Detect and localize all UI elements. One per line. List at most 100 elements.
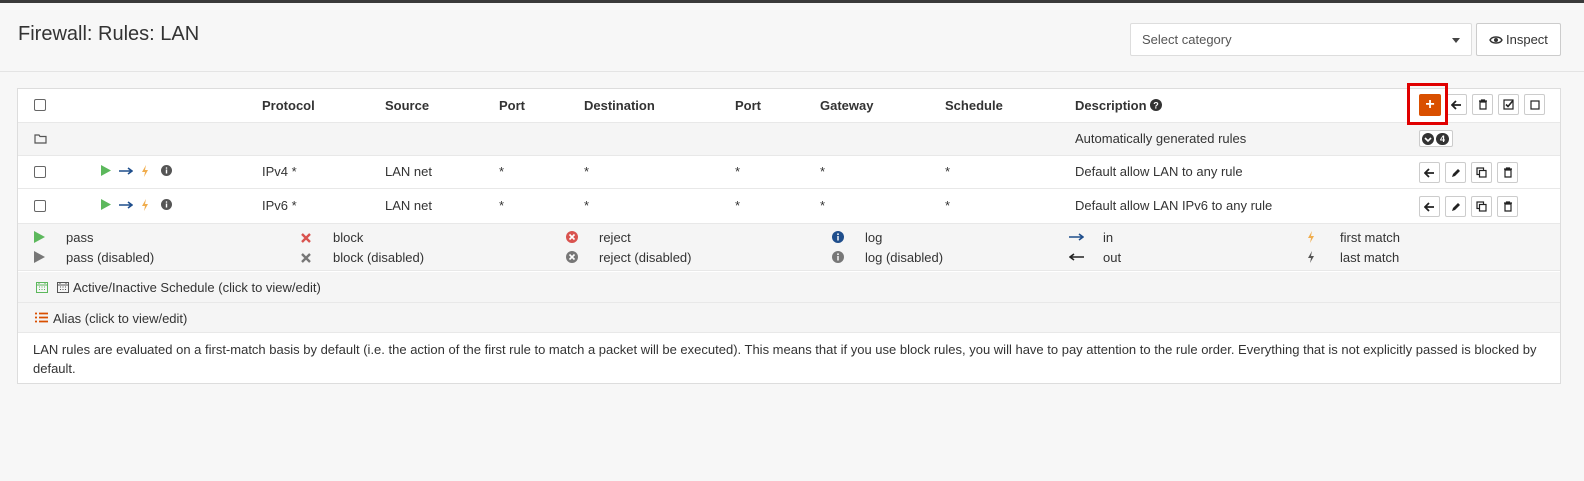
arrow-left-icon — [1424, 167, 1434, 178]
trash-icon — [1503, 167, 1512, 178]
chevron-circle-down-icon — [1422, 133, 1434, 145]
rule-source: LAN net — [385, 198, 432, 213]
legend-log-disabled: log (disabled) — [865, 250, 944, 265]
reject-disabled-icon — [566, 251, 578, 263]
rule-checkbox[interactable] — [34, 166, 46, 178]
arrow-left-icon — [1424, 201, 1434, 212]
edit-rule-button[interactable] — [1445, 162, 1466, 183]
legend-in: in — [1103, 230, 1114, 245]
list-icon — [35, 312, 48, 323]
move-rules-button[interactable] — [1446, 94, 1467, 115]
rule-schedule: * — [945, 164, 951, 179]
col-schedule: Schedule — [945, 98, 1003, 113]
caret-down-icon — [1452, 38, 1460, 43]
inspect-button[interactable]: Inspect — [1476, 23, 1561, 56]
delete-selected-button[interactable] — [1472, 94, 1493, 115]
table-row: IPv4 * LAN net * * * * * Default allow L… — [18, 156, 1560, 189]
question-circle-icon[interactable]: ? — [1150, 99, 1163, 111]
table-row: IPv6 * LAN net * * * * * Default allow L… — [18, 189, 1560, 224]
rule-source-port: * — [499, 164, 505, 179]
log-icon — [832, 231, 844, 243]
bolt-icon — [142, 165, 148, 177]
auto-rules-count: 4 — [1439, 134, 1445, 144]
legend-reject-disabled: reject (disabled) — [599, 250, 692, 265]
arrow-in-icon — [1069, 233, 1084, 241]
alias-note: Alias (click to view/edit) — [18, 303, 1560, 333]
disable-selected-button[interactable] — [1524, 94, 1545, 115]
rules-help-text: LAN rules are evaluated on a first-match… — [33, 342, 1537, 376]
category-select[interactable]: Select category — [1130, 23, 1472, 56]
calendar-icon — [57, 282, 69, 293]
select-all-checkbox[interactable] — [34, 99, 46, 111]
arrow-right-icon — [119, 201, 133, 209]
legend-log: log — [865, 230, 883, 245]
info-circle-icon[interactable] — [161, 165, 172, 176]
legend-last-match: last match — [1340, 250, 1400, 265]
delete-rule-button[interactable] — [1497, 162, 1518, 183]
rule-gateway: * — [820, 198, 826, 213]
check-square-icon — [1503, 99, 1514, 110]
schedule-note-text[interactable]: Active/Inactive Schedule (click to view/… — [73, 280, 321, 295]
clone-icon — [1476, 201, 1487, 212]
auto-rules-count-badge: 4 — [1436, 133, 1449, 145]
rule-destination-port: * — [735, 198, 741, 213]
rules-panel: Protocol Source Port Destination Port Ga… — [17, 88, 1561, 384]
pass-icon — [34, 231, 45, 243]
arrow-left-icon — [1451, 99, 1461, 110]
arrow-right-icon — [119, 167, 133, 175]
enable-selected-button[interactable] — [1498, 94, 1519, 115]
move-rule-button[interactable] — [1419, 162, 1440, 183]
col-destination: Destination — [584, 98, 655, 113]
legend-first-match: first match — [1340, 230, 1400, 245]
auto-rules-label: Automatically generated rules — [1075, 131, 1247, 146]
legend-block-disabled: block (disabled) — [333, 250, 425, 265]
last-match-bolt-icon — [1308, 251, 1314, 263]
pencil-icon — [1451, 202, 1460, 211]
col-protocol: Protocol — [262, 98, 315, 113]
legend-pass: pass — [66, 230, 94, 245]
legend-pass-disabled: pass (disabled) — [66, 250, 155, 265]
svg-text:?: ? — [1153, 101, 1159, 111]
delete-rule-button[interactable] — [1497, 196, 1518, 217]
move-rule-button[interactable] — [1419, 196, 1440, 217]
clone-rule-button[interactable] — [1471, 196, 1492, 217]
add-button-highlight — [1407, 83, 1448, 125]
page-header: Firewall: Rules: LAN Select category Ins… — [0, 3, 1584, 72]
col-description: Description ? — [1075, 98, 1163, 113]
rule-protocol: IPv4 * — [262, 164, 297, 179]
play-icon[interactable] — [101, 165, 111, 176]
rule-description: Default allow LAN to any rule — [1075, 164, 1243, 179]
rule-checkbox[interactable] — [34, 200, 46, 212]
rule-source: LAN net — [385, 164, 432, 179]
block-icon — [301, 233, 311, 243]
first-match-bolt-icon — [1308, 231, 1314, 243]
folder-icon — [34, 134, 47, 144]
rule-source-port: * — [499, 198, 505, 213]
legend-out: out — [1103, 250, 1122, 265]
legend: pass pass (disabled) block block (disabl… — [18, 224, 1560, 271]
rule-destination: * — [584, 164, 590, 179]
legend-reject: reject — [599, 230, 631, 245]
inspect-label: Inspect — [1506, 32, 1548, 47]
edit-rule-button[interactable] — [1445, 196, 1466, 217]
rule-destination: * — [584, 198, 590, 213]
square-icon — [1529, 99, 1540, 110]
col-gateway: Gateway — [820, 98, 874, 113]
reject-icon — [566, 231, 578, 243]
trash-icon — [1503, 201, 1512, 212]
col-source-port: Port — [499, 98, 525, 113]
expand-auto-rules-button[interactable]: 4 — [1419, 130, 1453, 147]
play-icon[interactable] — [101, 199, 111, 210]
auto-rules-row[interactable]: Automatically generated rules 4 — [18, 123, 1560, 156]
pass-disabled-icon — [34, 251, 45, 263]
info-circle-icon[interactable] — [161, 199, 172, 210]
arrow-out-icon — [1069, 253, 1084, 261]
rule-description: Default allow LAN IPv6 to any rule — [1075, 198, 1273, 213]
col-source: Source — [385, 98, 430, 113]
bolt-icon — [142, 199, 148, 211]
calendar-icon — [36, 282, 48, 293]
rule-protocol: IPv6 * — [262, 198, 297, 213]
clone-rule-button[interactable] — [1471, 162, 1492, 183]
alias-note-text[interactable]: Alias (click to view/edit) — [53, 311, 187, 326]
col-destination-port: Port — [735, 98, 761, 113]
